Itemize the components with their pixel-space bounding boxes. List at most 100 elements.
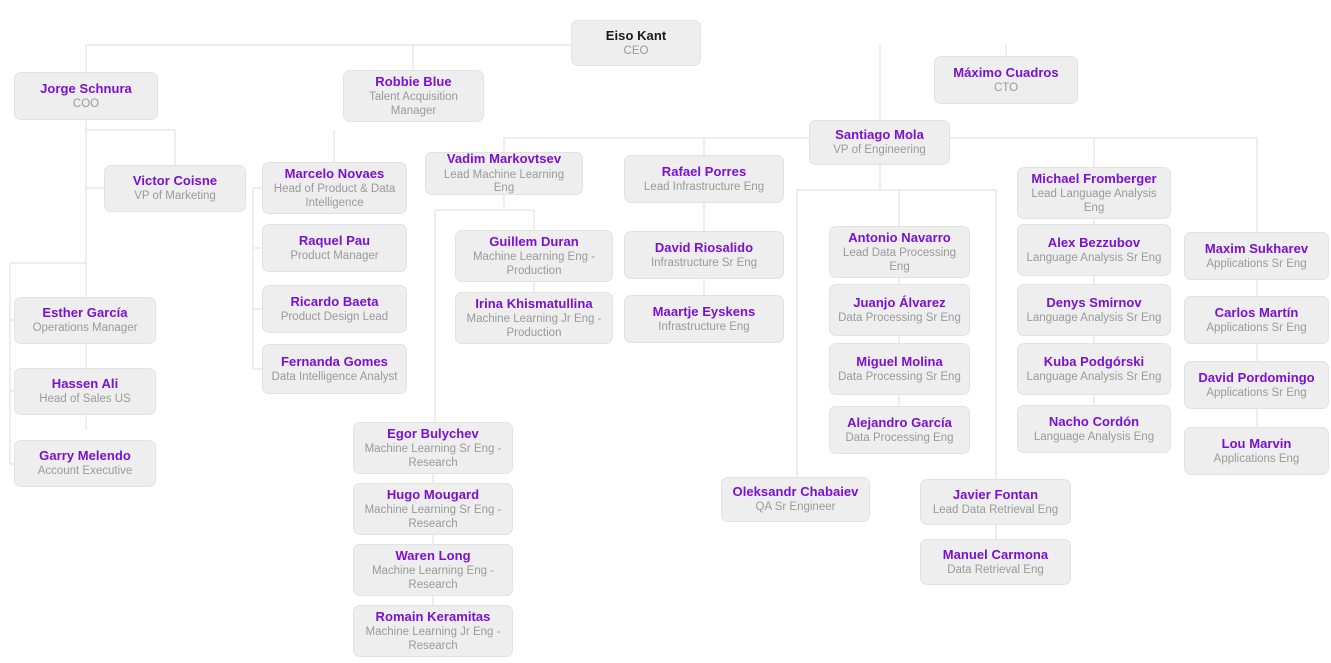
org-node-title: QA Sr Engineer <box>755 501 836 514</box>
org-node-nacho-cordon[interactable]: Nacho Cordón Language Analysis Eng <box>1017 405 1171 453</box>
org-node-fernanda-gomes[interactable]: Fernanda Gomes Data Intelligence Analyst <box>262 344 407 394</box>
org-node-name: Carlos Martín <box>1214 304 1299 320</box>
org-node-title: Infrastructure Sr Eng <box>650 256 758 269</box>
org-node-alejandro-garcia[interactable]: Alejandro García Data Processing Eng <box>829 406 970 454</box>
org-node-esther-garcia[interactable]: Esther García Operations Manager <box>14 297 156 344</box>
org-node-name: Esther García <box>42 305 128 321</box>
org-node-garry-melendo[interactable]: Garry Melendo Account Executive <box>14 440 156 487</box>
org-node-rafael-porres[interactable]: Rafael Porres Lead Infrastructure Eng <box>624 155 784 203</box>
org-node-title: Machine Learning Eng - Research <box>371 565 495 591</box>
org-node-michael-fromberger[interactable]: Michael Fromberger Lead Language Analysis… <box>1017 167 1171 219</box>
org-node-title: Machine Learning Eng - Production <box>472 251 596 277</box>
org-node-waren-long[interactable]: Waren Long Machine Learning Eng - Researc… <box>353 544 513 596</box>
org-node-name: Javier Fontan <box>952 486 1039 502</box>
org-node-ricardo-baeta[interactable]: Ricardo Baeta Product Design Lead <box>262 285 407 333</box>
org-node-title: Applications Sr Eng <box>1206 257 1307 270</box>
org-node-carlos-martin[interactable]: Carlos Martín Applications Sr Eng <box>1184 296 1329 344</box>
org-node-maartje-eyskens[interactable]: Maartje Eyskens Infrastructure Eng <box>624 295 784 343</box>
org-node-title: Language Analysis Eng <box>1033 430 1155 443</box>
org-node-title: Language Analysis Sr Eng <box>1026 311 1162 324</box>
org-node-name: Denys Smirnov <box>1046 294 1142 310</box>
org-node-name: Vadim Markovtsev <box>446 151 562 167</box>
org-node-name: Hugo Mougard <box>386 486 480 502</box>
org-node-name: David Riosalido <box>654 239 754 255</box>
org-node-kuba-podgorski[interactable]: Kuba Podgórski Language Analysis Sr Eng <box>1017 343 1171 395</box>
org-node-name: Maartje Eyskens <box>652 303 756 319</box>
org-node-title: Data Retrieval Eng <box>947 563 1044 576</box>
org-node-marcelo-novaes[interactable]: Marcelo Novaes Head of Product & Data Int… <box>262 162 407 214</box>
org-node-egor-bulychev[interactable]: Egor Bulychev Machine Learning Sr Eng - R… <box>353 422 513 474</box>
org-node-title: Infrastructure Eng <box>658 320 750 333</box>
org-node-javier-fontan[interactable]: Javier Fontan Lead Data Retrieval Eng <box>920 479 1071 525</box>
org-node-antonio-navarro[interactable]: Antonio Navarro Lead Data Processing Eng <box>829 226 970 278</box>
org-node-name: Nacho Cordón <box>1048 413 1140 429</box>
org-node-alex-bezzubov[interactable]: Alex Bezzubov Language Analysis Sr Eng <box>1017 224 1171 276</box>
org-node-name: Manuel Carmona <box>942 546 1049 562</box>
org-node-raquel-pau[interactable]: Raquel Pau Product Manager <box>262 224 407 272</box>
org-node-name: Waren Long <box>395 547 471 563</box>
org-node-name: Fernanda Gomes <box>281 353 388 369</box>
org-node-denys-smirnov[interactable]: Denys Smirnov Language Analysis Sr Eng <box>1017 284 1171 336</box>
org-node-jorge-schnura[interactable]: Jorge Schnura COO <box>14 72 158 120</box>
org-node-name: Kuba Podgórski <box>1043 353 1145 369</box>
org-node-name: Ricardo Baeta <box>290 293 379 309</box>
org-node-title: Account Executive <box>37 465 133 478</box>
org-node-title: CEO <box>623 44 649 57</box>
org-node-miguel-molina[interactable]: Miguel Molina Data Processing Sr Eng <box>829 343 970 395</box>
org-node-name: Egor Bulychev <box>387 425 479 441</box>
org-node-title: Product Manager <box>290 249 379 262</box>
org-node-lou-marvin[interactable]: Lou Marvin Applications Eng <box>1184 427 1329 475</box>
org-node-title: Talent Acquisition Manager <box>369 91 458 117</box>
org-node-name: Juanjo Álvarez <box>853 294 946 310</box>
org-node-name: Jorge Schnura <box>40 80 132 96</box>
org-node-name: Eiso Kant <box>605 27 667 43</box>
org-node-title: Lead Machine Learning Eng <box>443 168 565 195</box>
org-chart: Eiso Kant CEO Jorge Schnura COO Robbie Blue T… <box>0 0 1331 663</box>
org-node-title: Lead Language Analysis Eng <box>1031 188 1157 214</box>
org-node-title: Lead Infrastructure Eng <box>643 180 765 193</box>
org-node-title: Machine Learning Jr Eng - Research <box>365 626 501 652</box>
org-node-title: Machine Learning Sr Eng - Research <box>364 443 502 469</box>
org-node-maxim-sukharev[interactable]: Maxim Sukharev Applications Sr Eng <box>1184 232 1329 280</box>
org-node-name: Miguel Molina <box>856 353 943 369</box>
org-node-santiago-mola[interactable]: Santiago Mola VP of Engineering <box>809 120 950 165</box>
org-node-name: Oleksandr Chabaiev <box>732 484 859 500</box>
org-node-name: Romain Keramitas <box>375 608 491 624</box>
org-node-hassen-ali[interactable]: Hassen Ali Head of Sales US <box>14 368 156 415</box>
org-node-eiso-kant[interactable]: Eiso Kant CEO <box>571 20 701 66</box>
org-node-title: Operations Manager <box>32 322 138 335</box>
org-node-title: CTO <box>993 81 1019 94</box>
org-node-manuel-carmona[interactable]: Manuel Carmona Data Retrieval Eng <box>920 539 1071 585</box>
org-node-title: Applications Sr Eng <box>1206 386 1307 399</box>
org-node-irina-khismatullina[interactable]: Irina Khismatullina Machine Learning Jr E… <box>455 292 613 344</box>
org-node-victor-coisne[interactable]: Victor Coisne VP of Marketing <box>104 165 246 212</box>
org-node-robbie-blue[interactable]: Robbie Blue Talent Acquisition Manager <box>343 70 484 122</box>
org-node-oleksandr-chabaiev[interactable]: Oleksandr Chabaiev QA Sr Engineer <box>721 477 870 522</box>
org-node-david-pordomingo[interactable]: David Pordomingo Applications Sr Eng <box>1184 361 1329 409</box>
org-node-name: Antonio Navarro <box>848 229 951 245</box>
org-node-maximo-cuadros[interactable]: Máximo Cuadros CTO <box>934 56 1078 104</box>
org-node-romain-keramitas[interactable]: Romain Keramitas Machine Learning Jr Eng … <box>353 605 513 657</box>
org-node-hugo-mougard[interactable]: Hugo Mougard Machine Learning Sr Eng - Re… <box>353 483 513 535</box>
org-node-title: Machine Learning Sr Eng - Research <box>364 504 502 530</box>
org-node-david-riosalido[interactable]: David Riosalido Infrastructure Sr Eng <box>624 231 784 279</box>
org-node-name: Alex Bezzubov <box>1047 234 1141 250</box>
org-node-name: Victor Coisne <box>132 173 218 189</box>
org-node-name: Guillem Duran <box>489 233 579 249</box>
org-node-title: VP of Marketing <box>134 190 216 203</box>
org-node-name: Santiago Mola <box>835 127 924 143</box>
org-node-name: Raquel Pau <box>298 232 371 248</box>
org-node-name: David Pordomingo <box>1198 369 1315 385</box>
org-node-title: COO <box>72 97 100 110</box>
org-node-name: Garry Melendo <box>39 448 131 464</box>
org-node-name: Michael Fromberger <box>1031 170 1157 186</box>
org-node-title: Data Processing Sr Eng <box>838 311 961 324</box>
org-node-title: VP of Engineering <box>833 144 926 157</box>
org-node-vadim-markovtsev[interactable]: Vadim Markovtsev Lead Machine Learning En… <box>425 151 583 195</box>
org-node-name: Irina Khismatullina <box>475 295 593 311</box>
org-node-title: Product Design Lead <box>280 310 389 323</box>
org-node-juanjo-alvarez[interactable]: Juanjo Álvarez Data Processing Sr Eng <box>829 284 970 336</box>
org-node-guillem-duran[interactable]: Guillem Duran Machine Learning Eng - Prod… <box>455 230 613 282</box>
org-node-title: Applications Eng <box>1213 452 1300 465</box>
org-node-title: Head of Sales US <box>39 393 131 406</box>
